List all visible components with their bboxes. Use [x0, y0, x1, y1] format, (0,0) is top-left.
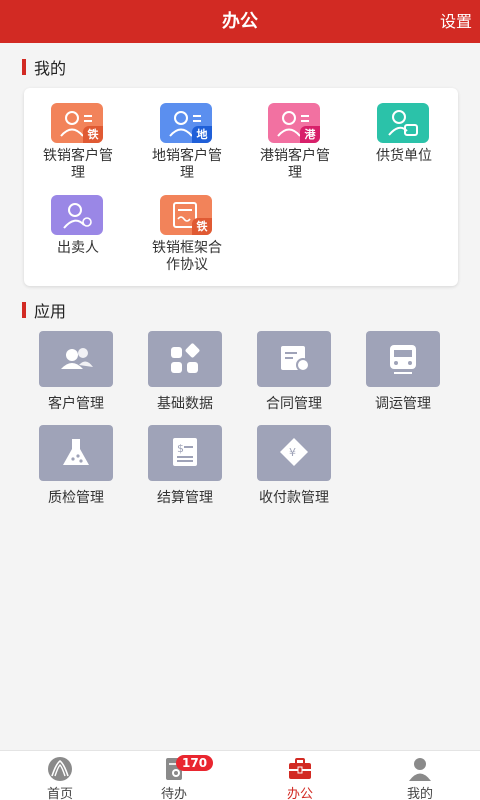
page-title: 办公 [222, 11, 258, 32]
mine-item-label: 铁销框架合 作协议 [152, 240, 222, 273]
mine-item-label: 铁销客户管理 [43, 148, 113, 181]
user-list-icon: 港 [268, 103, 320, 143]
app-payment-management[interactable]: ¥ 收付款管理 [244, 425, 344, 509]
flask-icon [39, 425, 113, 481]
app-label: 基础数据 [157, 396, 213, 412]
mine-item-rail-customers[interactable]: 铁 铁销客户管理 [24, 103, 132, 183]
tab-office[interactable]: 办公 [260, 751, 340, 800]
todo-count-badge: 170 [176, 755, 214, 771]
tab-label: 办公 [286, 787, 313, 800]
customers-icon [39, 331, 113, 387]
svg-text:¥: ¥ [289, 446, 296, 459]
mine-item-sellers[interactable]: 出卖人 [24, 195, 132, 275]
mine-item-label: 出卖人 [57, 240, 99, 256]
user-list-icon: 地 [160, 103, 212, 143]
app-label: 质检管理 [48, 490, 104, 506]
rail-badge: 铁 [83, 126, 103, 143]
app-label: 结算管理 [157, 490, 213, 506]
mine-item-rail-framework-agreement[interactable]: 铁 铁销框架合 作协议 [133, 195, 241, 275]
apps-section-header: 应用 [22, 300, 67, 321]
rail-badge: 铁 [192, 218, 212, 235]
mine-item-suppliers[interactable]: 供货单位 [350, 103, 458, 183]
home-logo-icon [46, 756, 74, 782]
tab-home[interactable]: 首页 [20, 751, 100, 800]
port-badge: 港 [300, 126, 320, 143]
app-contract-management[interactable]: 合同管理 [244, 331, 344, 415]
user-list-icon: 铁 [51, 103, 103, 143]
app-dispatch-management[interactable]: 调运管理 [353, 331, 453, 415]
bottom-tab-bar: 首页 待办 170 办公 我的 [0, 750, 480, 800]
app-basic-data[interactable]: 基础数据 [135, 331, 235, 415]
mine-item-label: 供货单位 [376, 148, 432, 164]
train-icon [366, 331, 440, 387]
svg-text:$: $ [177, 442, 184, 455]
app-label: 调运管理 [375, 396, 431, 412]
tab-label: 我的 [406, 787, 433, 800]
mine-card: 铁 铁销客户管理 地 地销客户管理 港 港销客户管理 供货单位 出卖人 铁 铁销… [24, 88, 458, 286]
settings-button[interactable]: 设置 [440, 0, 472, 43]
app-customer-management[interactable]: 客户管理 [26, 331, 126, 415]
mine-item-port-customers[interactable]: 港 港销客户管理 [241, 103, 349, 183]
app-label: 收付款管理 [259, 490, 329, 506]
grid-icon [148, 331, 222, 387]
app-settlement-management[interactable]: $ 结算管理 [135, 425, 235, 509]
agreement-icon: 铁 [160, 195, 212, 235]
app-label: 客户管理 [48, 396, 104, 412]
section-marker [22, 302, 26, 318]
mine-item-label: 港销客户管理 [260, 148, 330, 181]
invoice-icon: $ [148, 425, 222, 481]
section-marker [22, 59, 26, 75]
top-bar: 办公 设置 [0, 0, 480, 43]
briefcase-icon [286, 756, 314, 782]
mine-section-header: 我的 [22, 57, 67, 78]
profile-icon [406, 756, 434, 782]
payment-icon: ¥ [257, 425, 331, 481]
mine-item-land-customers[interactable]: 地 地销客户管理 [133, 103, 241, 183]
supplier-icon [377, 103, 429, 143]
seller-icon [51, 195, 103, 235]
mine-item-label: 地销客户管理 [152, 148, 222, 181]
app-label: 合同管理 [266, 396, 322, 412]
tab-label: 待办 [160, 787, 187, 800]
mine-section-title: 我的 [34, 59, 67, 78]
app-quality-inspection[interactable]: 质检管理 [26, 425, 126, 509]
contract-icon [257, 331, 331, 387]
land-badge: 地 [192, 126, 212, 143]
tab-label: 首页 [46, 787, 73, 800]
apps-section-title: 应用 [34, 302, 67, 321]
tab-me[interactable]: 我的 [380, 751, 460, 800]
